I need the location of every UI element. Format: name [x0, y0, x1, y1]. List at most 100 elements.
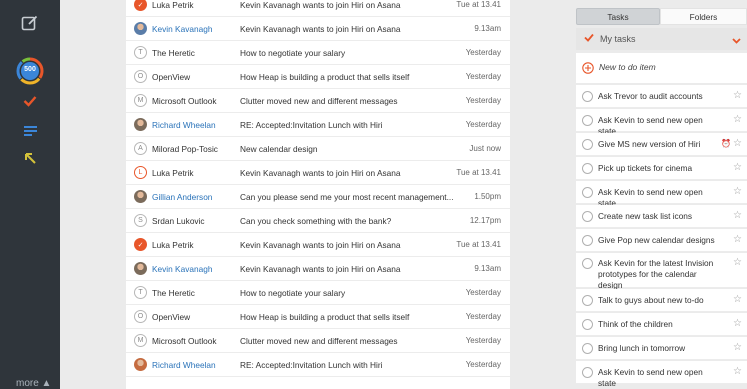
- notes-lines-icon[interactable]: [0, 123, 60, 139]
- tab-tasks[interactable]: Tasks: [576, 8, 660, 25]
- star-icon[interactable]: ☆: [733, 366, 742, 377]
- sender-avatar: A: [134, 142, 147, 155]
- sender-avatar-photo: [134, 118, 147, 131]
- email-sender: Kevin Kavanagh: [152, 263, 213, 274]
- chevron-down-icon[interactable]: [732, 36, 741, 46]
- email-row[interactable]: Richard Wheelan RE: Accepted:Invitation L…: [126, 113, 510, 137]
- task-checkbox[interactable]: [582, 343, 593, 354]
- task-text: Talk to guys about new to-do: [598, 295, 704, 305]
- sender-avatar: ✓: [134, 0, 147, 11]
- email-subject: Kevin Kavanagh wants to join Hiri on Asa…: [240, 0, 401, 10]
- email-sender: The Heretic: [152, 47, 195, 58]
- email-sender: Richard Wheelan: [152, 359, 216, 370]
- email-row[interactable]: M Microsoft Outlook Clutter moved new and …: [126, 329, 510, 353]
- email-sender: Microsoft Outlook: [152, 95, 217, 106]
- email-time: Tue at 13.41: [456, 168, 501, 177]
- compose-icon[interactable]: [0, 12, 60, 34]
- task-checkbox[interactable]: [582, 139, 593, 150]
- sender-avatar-photo: [134, 358, 147, 371]
- star-icon[interactable]: ☆: [733, 162, 742, 173]
- task-checkbox[interactable]: [582, 115, 593, 126]
- email-subject: Kevin Kavanagh wants to join Hiri on Asa…: [240, 263, 401, 274]
- email-subject: Clutter moved new and different messages: [240, 335, 398, 346]
- email-row[interactable]: Kevin Kavanagh Kevin Kavanagh wants to jo…: [126, 257, 510, 281]
- email-subject: How to negotiate your salary: [240, 47, 346, 58]
- task-item[interactable]: Create new task list icons ☆: [576, 205, 747, 228]
- delegate-arrow-icon[interactable]: [0, 150, 60, 166]
- dashboard-counter[interactable]: 500: [0, 56, 60, 86]
- task-checkbox[interactable]: [582, 235, 593, 246]
- new-todo-row[interactable]: New to do item: [576, 53, 747, 83]
- tasks-check-icon[interactable]: [0, 93, 60, 109]
- task-checkbox[interactable]: [582, 319, 593, 330]
- sender-avatar: ✓: [134, 238, 147, 251]
- email-time: Yesterday: [465, 120, 501, 129]
- star-icon[interactable]: ☆: [733, 257, 742, 268]
- task-item[interactable]: Ask Trevor to audit accounts ☆: [576, 85, 747, 108]
- email-time: 9.13am: [474, 24, 501, 33]
- email-row[interactable]: T The Heretic How to negotiate your salary…: [126, 281, 510, 305]
- sender-avatar: T: [134, 46, 147, 59]
- star-icon[interactable]: ☆: [733, 114, 742, 125]
- panel-tabs: Tasks Folders: [576, 8, 747, 25]
- task-item[interactable]: Ask Kevin to send new open state ☆: [576, 181, 747, 208]
- task-item[interactable]: Bring lunch in tomorrow ☆: [576, 337, 747, 360]
- email-row[interactable]: O OpenView How Heap is building a product …: [126, 305, 510, 329]
- star-icon[interactable]: ☆: [733, 294, 742, 305]
- email-row[interactable]: T The Heretic How to negotiate your salary…: [126, 41, 510, 65]
- email-row[interactable]: O OpenView How Heap is building a product …: [126, 65, 510, 89]
- email-row[interactable]: ✓ Luka Petrik Kevin Kavanagh wants to join…: [126, 0, 510, 17]
- email-row[interactable]: Kevin Kavanagh Kevin Kavanagh wants to jo…: [126, 17, 510, 41]
- email-sender: The Heretic: [152, 287, 195, 298]
- sender-avatar-photo: [134, 190, 147, 203]
- task-checkbox[interactable]: [582, 163, 593, 174]
- section-title: My tasks: [600, 34, 636, 44]
- task-item[interactable]: Give Pop new calendar designs ☆: [576, 229, 747, 252]
- sender-avatar-photo: [134, 262, 147, 275]
- email-row[interactable]: Richard Wheelan RE: Accepted:Invitation L…: [126, 353, 510, 377]
- task-item[interactable]: Talk to guys about new to-do ☆: [576, 289, 747, 312]
- task-item[interactable]: Ask Kevin to send new open state ☆: [576, 361, 747, 388]
- email-row[interactable]: L Luka Petrik Kevin Kavanagh wants to join…: [126, 161, 510, 185]
- email-time: Tue at 13.41: [456, 0, 501, 9]
- email-row[interactable]: ✓ Luka Petrik Kevin Kavanagh wants to join…: [126, 233, 510, 257]
- email-time: Yesterday: [465, 288, 501, 297]
- task-item[interactable]: Ask Kevin for the latest Invision protot…: [576, 253, 747, 290]
- star-icon[interactable]: ☆: [733, 138, 742, 149]
- task-checkbox[interactable]: [582, 187, 593, 198]
- email-row[interactable]: Gillian Anderson Can you please send me y…: [126, 185, 510, 209]
- task-checkbox[interactable]: [582, 211, 593, 222]
- email-time: Yesterday: [465, 48, 501, 57]
- task-item[interactable]: Think of the children ☆: [576, 313, 747, 336]
- star-icon[interactable]: ☆: [733, 234, 742, 245]
- star-icon[interactable]: ☆: [733, 210, 742, 221]
- email-row[interactable]: S Srdan Lukovic Can you check something wi…: [126, 209, 510, 233]
- task-checkbox[interactable]: [582, 258, 593, 269]
- email-sender: Luka Petrik: [152, 239, 194, 250]
- star-icon[interactable]: ☆: [733, 342, 742, 353]
- email-subject: How Heap is building a product that sell…: [240, 311, 410, 322]
- task-item[interactable]: Pick up tickets for cinema ☆: [576, 157, 747, 180]
- email-row[interactable]: A Milorad Pop-Tosic New calendar design Jus…: [126, 137, 510, 161]
- star-icon[interactable]: ☆: [733, 318, 742, 329]
- email-subject: Kevin Kavanagh wants to join Hiri on Asa…: [240, 239, 401, 250]
- task-item[interactable]: Give MS new version of Hiri ⏰ ☆: [576, 133, 747, 156]
- task-checkbox[interactable]: [582, 91, 593, 102]
- star-icon[interactable]: ☆: [733, 186, 742, 197]
- task-checkbox[interactable]: [582, 295, 593, 306]
- more-button[interactable]: more ▲: [16, 378, 51, 389]
- sender-avatar: L: [134, 166, 147, 179]
- task-item[interactable]: Ask Kevin to send new open state ☆: [576, 109, 747, 136]
- tab-folders[interactable]: Folders: [660, 8, 747, 25]
- task-checkbox[interactable]: [582, 367, 593, 378]
- email-row[interactable]: M Microsoft Outlook Clutter moved new and …: [126, 89, 510, 113]
- star-icon[interactable]: ☆: [733, 90, 742, 101]
- reminder-clock-icon[interactable]: ⏰: [721, 139, 731, 148]
- task-text: Think of the children: [598, 319, 673, 329]
- email-time: Yesterday: [465, 360, 501, 369]
- email-list: ✓ Luka Petrik Kevin Kavanagh wants to join…: [126, 0, 510, 389]
- check-icon: [584, 33, 594, 44]
- my-tasks-header[interactable]: My tasks: [576, 28, 747, 50]
- add-icon[interactable]: [582, 62, 594, 76]
- email-time: Just now: [469, 144, 501, 153]
